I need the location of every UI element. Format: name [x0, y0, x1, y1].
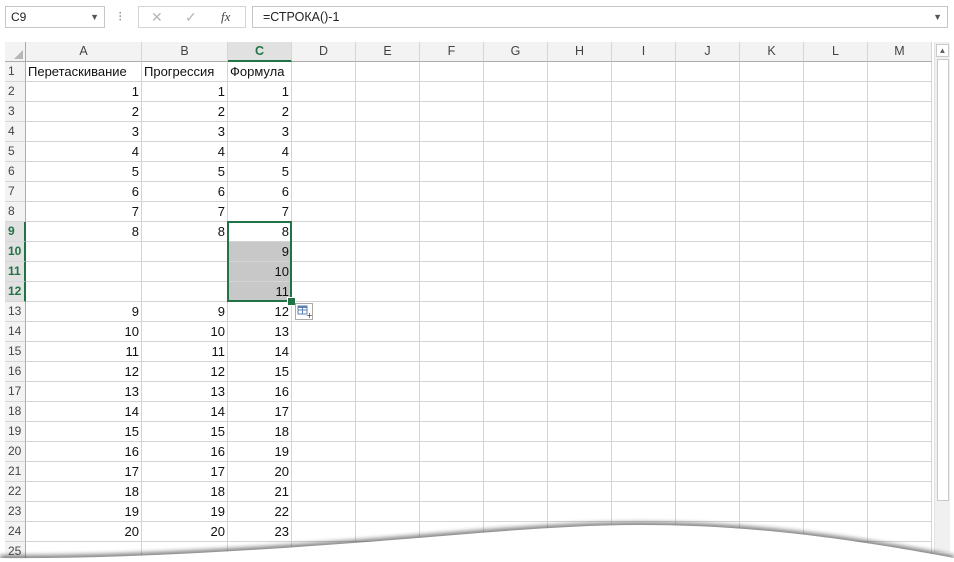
torn-edge-decoration: [0, 522, 954, 562]
